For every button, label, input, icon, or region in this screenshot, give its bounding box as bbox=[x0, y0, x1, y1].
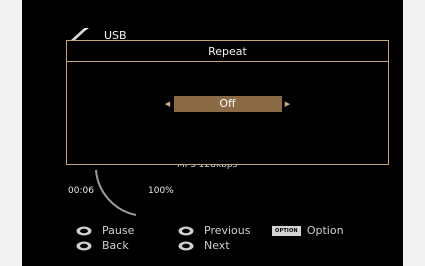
option-hint[interactable]: OPTION Option bbox=[272, 224, 344, 237]
dialog-title: Repeat bbox=[67, 41, 388, 62]
elapsed-time: 00:06 bbox=[68, 186, 94, 196]
previous-hint[interactable]: Previous bbox=[178, 224, 251, 237]
tv-screen: USB MP3 128kbps 00:06 100% Repeat ◀ Off … bbox=[22, 0, 403, 266]
cursor-up-down-icon bbox=[178, 226, 194, 235]
next-label: Next bbox=[204, 239, 230, 252]
previous-label: Previous bbox=[204, 224, 251, 237]
enter-button-icon bbox=[76, 226, 92, 235]
next-hint[interactable]: Next bbox=[178, 239, 230, 252]
back-label: Back bbox=[102, 239, 129, 252]
repeat-dialog: Repeat ◀ Off ▶ bbox=[66, 40, 389, 165]
back-button-icon bbox=[76, 241, 92, 250]
repeat-selector[interactable]: ◀ Off ▶ bbox=[67, 96, 388, 112]
option-button-badge: OPTION bbox=[272, 225, 301, 236]
pause-hint[interactable]: Pause bbox=[76, 224, 134, 237]
option-label: Option bbox=[306, 224, 344, 237]
repeat-value[interactable]: Off bbox=[173, 96, 282, 112]
right-arrow-icon[interactable]: ▶ bbox=[282, 100, 294, 108]
pause-label: Pause bbox=[102, 224, 135, 237]
left-arrow-icon[interactable]: ◀ bbox=[162, 100, 174, 108]
cursor-up-down-icon bbox=[178, 241, 194, 250]
progress-percentage: 100% bbox=[148, 186, 174, 196]
back-hint[interactable]: Back bbox=[76, 239, 129, 252]
